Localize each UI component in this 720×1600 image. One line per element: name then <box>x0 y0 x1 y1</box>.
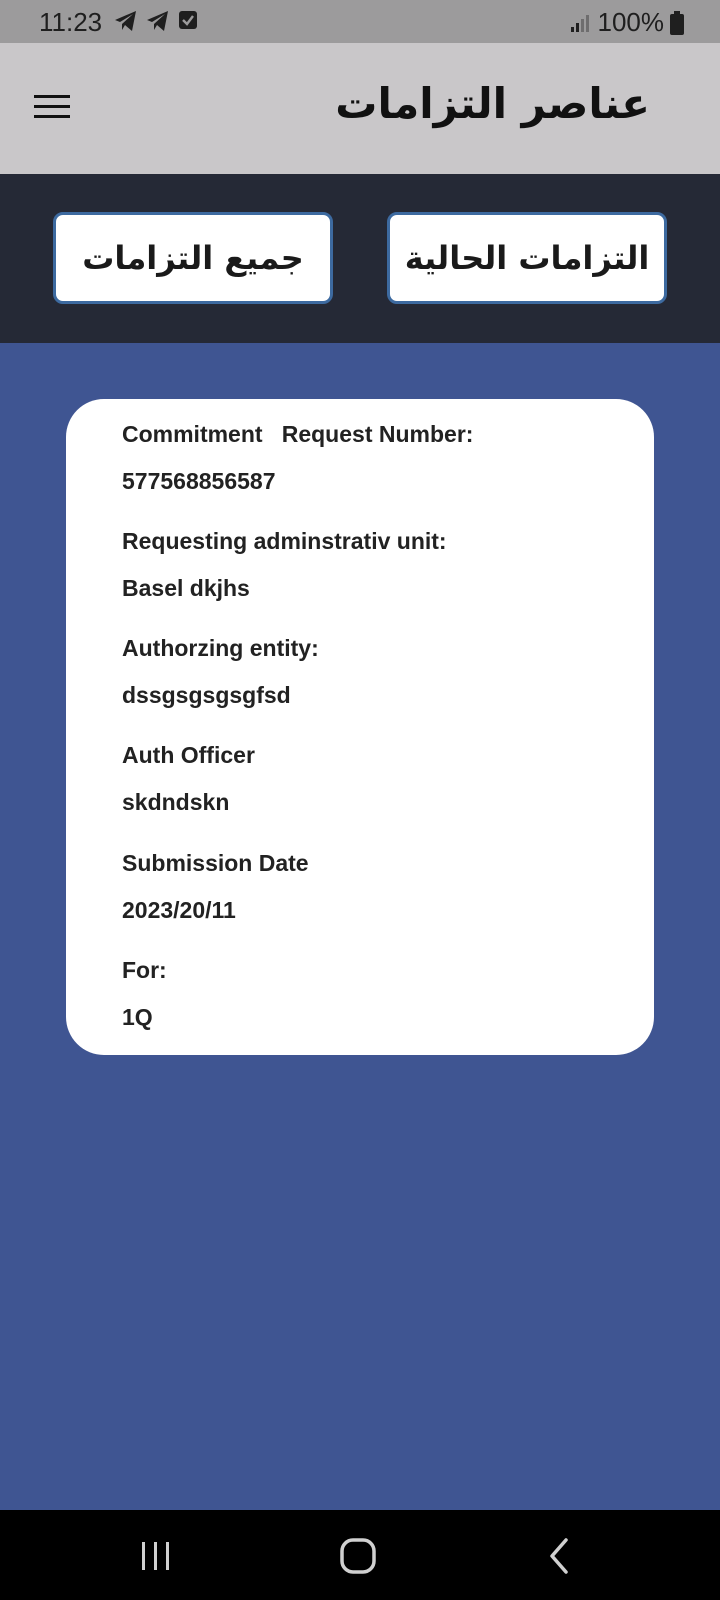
date-value: 2023/20/11 <box>122 897 236 923</box>
app-bar: عناصر التزامات <box>0 43 720 174</box>
notification-icons <box>114 10 198 32</box>
for-label: For: <box>122 957 167 983</box>
system-nav-bar <box>0 1510 720 1600</box>
officer-value: skdndskn <box>122 789 230 815</box>
hamburger-menu-icon[interactable] <box>34 93 70 121</box>
system-status-icons: 100% <box>570 7 684 38</box>
telegram-icon <box>147 11 168 31</box>
recent-apps-icon[interactable] <box>134 1534 178 1578</box>
signal-icon <box>570 14 589 32</box>
status-bar: 11:23 100% <box>0 0 720 43</box>
unit-value: Basel dkjhs <box>122 575 250 601</box>
request-number-label: Commitment Request Number: <box>122 421 474 447</box>
date-label: Submission Date <box>122 850 309 876</box>
battery-percentage: 100% <box>597 7 665 37</box>
back-icon[interactable] <box>538 1534 582 1578</box>
request-number-value: 577568856587 <box>122 468 276 494</box>
telegram-icon <box>115 11 136 31</box>
entity-value: dssgsgsgsgfsd <box>122 682 291 708</box>
officer-label: Auth Officer <box>122 742 255 768</box>
tab-all-commitments[interactable]: جميع التزامات <box>53 212 333 304</box>
battery-icon <box>670 10 684 35</box>
commitment-card[interactable]: Commitment Request Number: 577568856587 … <box>66 399 654 1055</box>
home-icon[interactable] <box>336 1534 380 1578</box>
tab-current-commitments[interactable]: التزامات الحالية <box>387 212 667 304</box>
entity-label: Authorzing entity: <box>122 635 319 661</box>
unit-label: Requesting adminstrativ unit: <box>122 528 447 554</box>
checkbox-notification-icon <box>179 11 197 29</box>
page-title: عناصر التزامات <box>335 79 650 128</box>
tab-bar: جميع التزامات التزامات الحالية <box>0 174 720 343</box>
for-value: 1Q <box>122 1004 153 1030</box>
status-time: 11:23 <box>39 7 103 37</box>
